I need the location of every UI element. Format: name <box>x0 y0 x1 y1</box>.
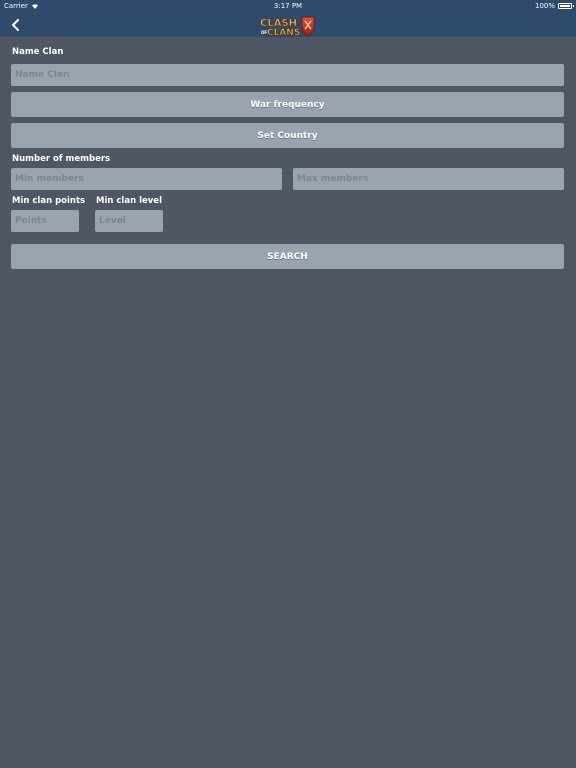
set-country-button[interactable]: Set Country <box>11 123 564 148</box>
war-frequency-button[interactable]: War frequency <box>11 92 564 117</box>
logo-text-clans: CLANS <box>267 28 300 38</box>
status-right: 100% <box>534 0 574 12</box>
number-of-members-label: Number of members <box>12 154 111 164</box>
min-clan-level-label: Min clan level <box>96 196 162 206</box>
status-bar: Carrier 3:17 PM 100% <box>0 0 576 12</box>
min-clan-points-label: Min clan points <box>12 196 86 206</box>
search-button[interactable]: SEARCH <box>11 244 564 269</box>
min-clan-level-input[interactable] <box>95 210 163 232</box>
battery-icon <box>558 3 574 9</box>
battery-fill <box>560 5 570 7</box>
name-clan-label: Name Clan <box>12 47 64 57</box>
name-clan-input[interactable] <box>11 64 564 86</box>
clash-of-clans-logo: CLASH OF CLANS <box>258 14 318 38</box>
max-members-input[interactable] <box>293 168 564 190</box>
min-clan-points-input[interactable] <box>11 210 79 232</box>
battery-percent: 100% <box>534 2 555 10</box>
min-members-input[interactable] <box>11 168 282 190</box>
chevron-left-icon <box>11 19 21 31</box>
status-time: 3:17 PM <box>273 2 303 10</box>
back-button[interactable] <box>6 15 26 35</box>
